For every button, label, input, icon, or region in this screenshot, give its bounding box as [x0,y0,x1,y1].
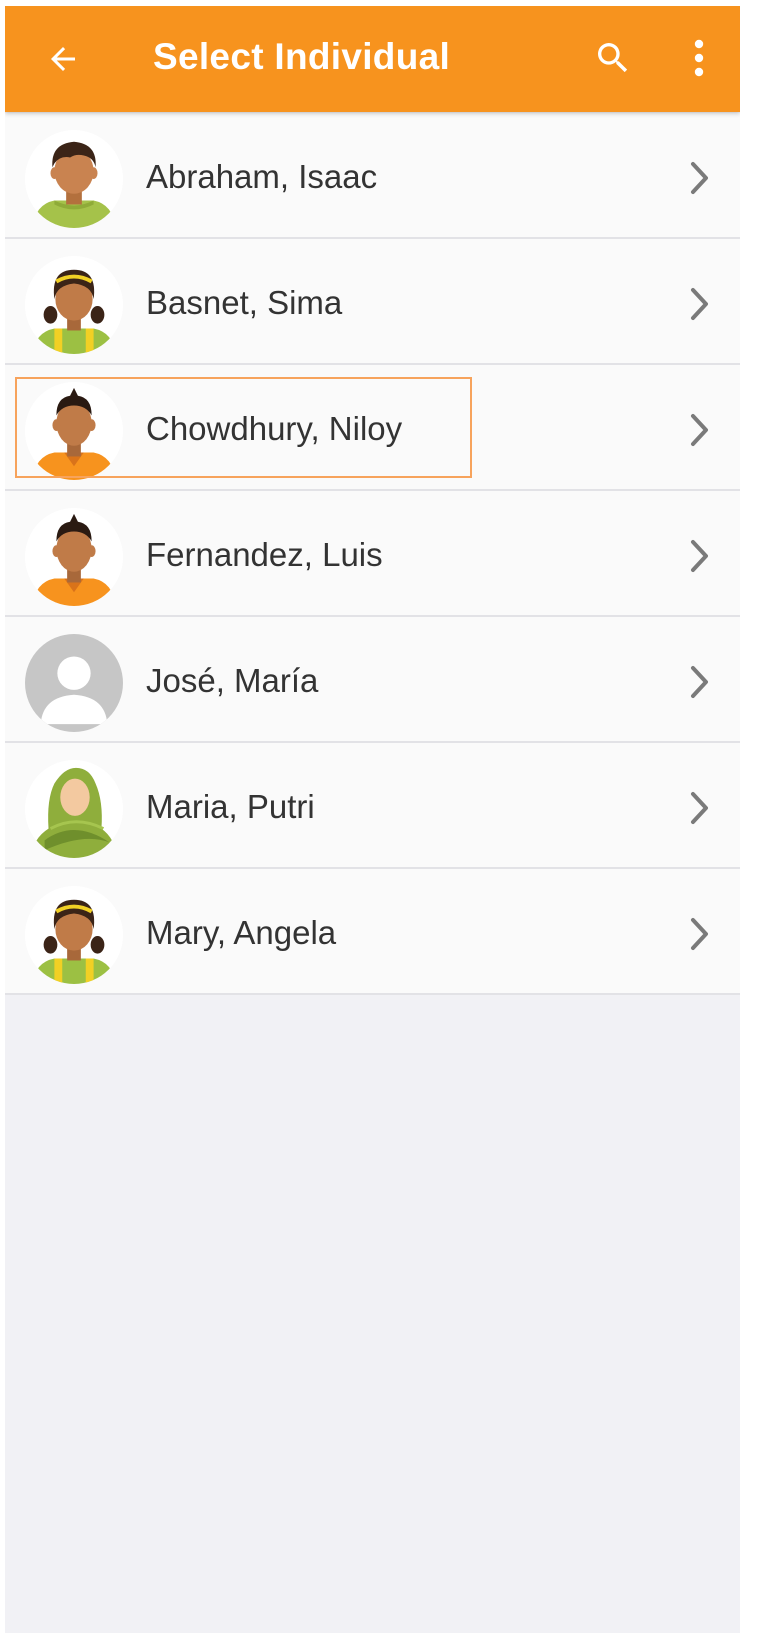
girl-yellow-avatar [25,256,123,354]
list-item[interactable]: Basnet, Sima [5,239,740,365]
list-item[interactable]: José, María [5,617,740,743]
individual-name: Mary, Angela [146,914,337,951]
girl-yellow-avatar [25,886,123,984]
chevron-right-icon [685,410,715,450]
chevron-right-icon [685,536,715,576]
individual-name: Abraham, Isaac [146,158,378,195]
boy-orange-avatar [25,508,123,606]
individual-name: José, María [146,662,319,699]
list-item[interactable]: Chowdhury, Niloy [5,365,740,491]
chevron-right-icon [685,662,715,702]
individual-name: Chowdhury, Niloy [146,410,403,447]
chevron-right-icon [685,284,715,324]
default-avatar [25,634,123,732]
list-item[interactable]: Abraham, Isaac [5,113,740,239]
search-button[interactable] [593,38,633,78]
arrow-left-icon [51,47,75,71]
list-item[interactable]: Fernandez, Luis [5,491,740,617]
boy-green-avatar [25,130,123,228]
individual-name: Maria, Putri [146,788,315,825]
boy-orange-avatar [25,382,123,480]
chevron-right-icon [685,914,715,954]
app-bar: Select Individual [5,6,740,112]
individual-name: Basnet, Sima [146,284,343,321]
page-title: Select Individual [153,36,451,77]
more-vertical-icon [694,39,704,77]
screen: Select Individual Abraham, Isaac Basnet,… [5,6,740,1633]
chevron-right-icon [685,788,715,828]
chevron-right-icon [685,158,715,198]
back-button[interactable] [43,39,83,79]
hijab-avatar [25,760,123,858]
more-options-button[interactable] [681,36,717,80]
individual-list: Abraham, Isaac Basnet, Sima Chowdhury, N… [5,113,740,995]
search-icon [598,43,628,73]
individual-name: Fernandez, Luis [146,536,383,573]
list-item[interactable]: Maria, Putri [5,743,740,869]
list-item[interactable]: Mary, Angela [5,869,740,995]
